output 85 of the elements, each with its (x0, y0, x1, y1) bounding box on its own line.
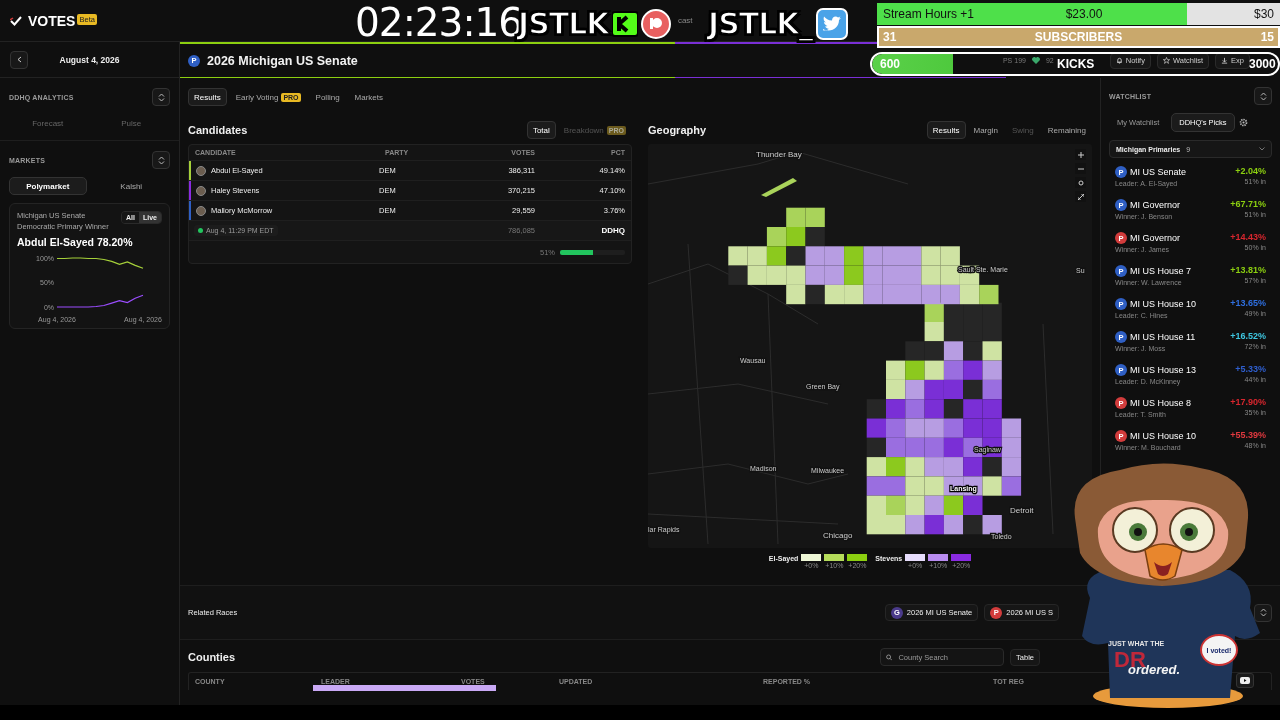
map-view-tab[interactable]: Margin (967, 121, 1004, 139)
kicks-target: 3000 (1249, 57, 1276, 71)
race-tab[interactable]: Results (188, 88, 227, 106)
expand-icon (157, 155, 165, 165)
race-tab[interactable]: Markets (348, 88, 390, 106)
race-name: MI US House 11 (1130, 332, 1196, 342)
heart-icon (1031, 57, 1040, 64)
minus-icon (1077, 165, 1084, 172)
margin-value: +67.71% (1230, 199, 1266, 209)
subscriber-count: 31 (883, 30, 897, 44)
race-name: MI Governor (1130, 233, 1180, 243)
market-leader: Abdul El-Sayed 78.20% (17, 236, 134, 248)
goal-label: Stream Hours +1 (883, 7, 975, 21)
map-view-tab[interactable]: Results (926, 121, 966, 139)
margin-value: +14.43% (1230, 232, 1266, 242)
subscriber-count: 15 (1260, 30, 1274, 44)
collapse-button[interactable] (152, 88, 170, 106)
kick-logo-icon (611, 9, 638, 38)
isle-royale-drawing (761, 178, 797, 197)
view-tab[interactable]: Total (526, 121, 556, 139)
settings-icon[interactable] (1238, 118, 1248, 127)
plus-icon (1077, 151, 1084, 158)
fullscreen-button[interactable] (1075, 191, 1086, 202)
expand-icon (1259, 608, 1267, 617)
market-tab[interactable]: Polymarket (9, 177, 87, 195)
race-name: MI US House 10 (1130, 299, 1197, 309)
margin-value: +5.33% (1235, 364, 1266, 374)
collapse-button[interactable] (152, 151, 170, 169)
brand-name: VOTES (28, 12, 76, 29)
margin-value: +13.81% (1230, 265, 1266, 275)
live-dot (198, 228, 203, 233)
map-view-tab[interactable]: Remaining (1041, 121, 1092, 139)
race-name: MI US Senate (1130, 167, 1187, 177)
city-label: Detroit (1010, 506, 1034, 515)
margin-value: +13.65% (1230, 298, 1266, 308)
search-icon (886, 653, 893, 661)
collapse-button[interactable] (1254, 603, 1272, 622)
record-circle-icon (640, 8, 671, 39)
download-icon (1221, 57, 1229, 64)
star-icon (1162, 57, 1170, 64)
avatar (196, 185, 206, 196)
margin-value: +2.04% (1235, 166, 1266, 176)
date-label: August 4, 2026 (58, 54, 121, 65)
panel-title: Candidates (188, 124, 248, 136)
city-label: Thunder Bay (756, 150, 802, 159)
goal-target: $30 (1253, 7, 1274, 21)
avatar (196, 165, 206, 176)
market-tab[interactable]: Kalshi (92, 177, 170, 195)
chevron-down-icon (1259, 147, 1265, 151)
margin-value: +55.39% (1230, 430, 1266, 440)
bell-icon (1115, 57, 1123, 64)
panel-title: Geography (648, 124, 707, 136)
kicks-count: 600 (880, 57, 901, 71)
play-icon (1240, 677, 1250, 684)
reset-view-button[interactable] (1075, 177, 1086, 188)
chevron-left-icon (16, 56, 22, 63)
race-name: MI US House 8 (1130, 398, 1192, 408)
margin-value: +16.52% (1230, 331, 1266, 341)
video-button[interactable] (1236, 673, 1254, 688)
kicks-label: KICKS (1057, 57, 1095, 71)
channel-handle: JSTLK_ (708, 6, 813, 41)
race-title: 2026 Michigan US Senate (207, 53, 358, 68)
race-tab[interactable]: Polling (309, 88, 346, 106)
avatar (196, 205, 206, 216)
nav-link[interactable]: cast (677, 16, 693, 25)
section-title: Counties (188, 651, 236, 663)
expand-icon (1259, 91, 1267, 101)
collapse-button[interactable] (1254, 87, 1272, 105)
circle-icon (1077, 179, 1084, 186)
source-logo: DDHQ (600, 226, 625, 235)
back-button[interactable] (10, 50, 28, 69)
fullscreen-icon (1077, 193, 1084, 200)
zoom-in-button[interactable] (1075, 149, 1086, 160)
subscriber-label: SUBSCRIBERS (1034, 30, 1123, 44)
zoom-out-button[interactable] (1075, 163, 1086, 174)
race-name: MI US House 7 (1130, 266, 1192, 276)
margin-value: +17.90% (1230, 397, 1266, 407)
race-name: MI US House 10 (1130, 431, 1197, 441)
checkmark-logo-icon (10, 15, 22, 26)
race-name: MI Governor (1130, 200, 1180, 210)
goal-amount: $23.00 (1065, 7, 1103, 21)
bird-icon (815, 7, 848, 40)
city-label: Chicago (823, 531, 853, 540)
expand-icon (157, 92, 165, 102)
race-name: MI US House 13 (1130, 365, 1197, 375)
